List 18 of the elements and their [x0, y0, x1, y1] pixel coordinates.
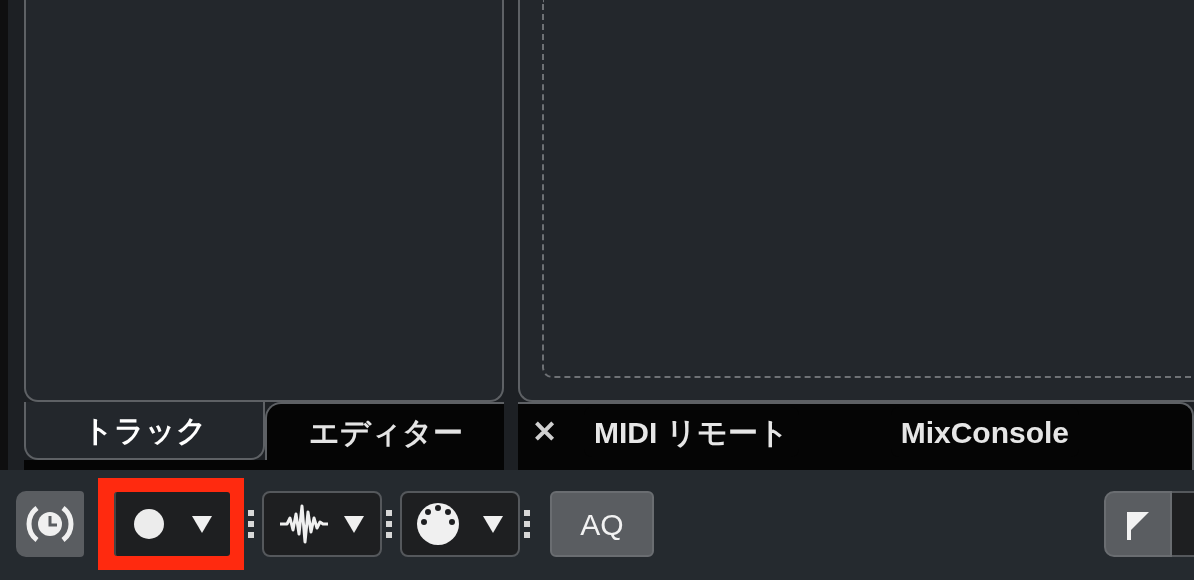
timer-button[interactable] — [16, 491, 84, 557]
midi-port-icon — [416, 502, 460, 546]
marker-button[interactable] — [1104, 491, 1172, 557]
record-icon — [133, 508, 165, 540]
panel-tab[interactable]: トラック — [24, 402, 265, 460]
panel-tab[interactable]: エディター — [265, 402, 504, 460]
record-dropdown[interactable] — [114, 492, 230, 556]
drag-handle-icon[interactable] — [248, 509, 254, 539]
waveform-icon — [279, 504, 329, 544]
quantize-button[interactable]: AQ — [550, 491, 654, 557]
caret-icon — [343, 514, 365, 534]
drag-handle-icon[interactable] — [524, 509, 530, 539]
close-button[interactable]: ✕ — [524, 417, 564, 447]
drag-handle-icon[interactable] — [386, 509, 392, 539]
caret-icon — [482, 514, 504, 534]
midi-dropdown[interactable] — [400, 491, 520, 557]
audio-dropdown[interactable] — [262, 491, 382, 557]
caret-icon — [191, 514, 213, 534]
